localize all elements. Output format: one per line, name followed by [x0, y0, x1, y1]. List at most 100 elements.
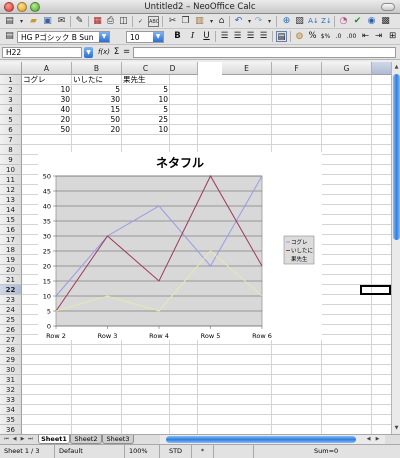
cell[interactable]: 50 [72, 115, 122, 125]
cell[interactable]: 40 [22, 105, 72, 115]
edit-file-icon[interactable]: ✎ [74, 16, 85, 27]
dropdown-arrow-icon[interactable]: ▾ [16, 16, 27, 27]
cell[interactable]: コグレ [22, 75, 72, 85]
row-header-16[interactable]: 16 [0, 225, 22, 235]
row-header-34[interactable]: 34 [0, 405, 22, 415]
row-header-23[interactable]: 23 [0, 295, 22, 305]
cell[interactable]: 10 [22, 85, 72, 95]
justify-icon[interactable]: ☰ [258, 31, 269, 42]
open-folder-icon[interactable]: ▰ [28, 16, 39, 27]
first-sheet-icon[interactable]: ⏮ [3, 435, 10, 444]
scroll-down-icon[interactable]: ▼ [392, 424, 400, 432]
name-box[interactable]: H22 [2, 47, 82, 58]
gallery-icon[interactable]: ▩ [380, 16, 391, 27]
show-draw-functions-icon[interactable]: ✔ [352, 16, 363, 27]
copy-icon[interactable]: ❐ [180, 16, 191, 27]
row-header-28[interactable]: 28 [0, 345, 22, 355]
insert-chart-icon[interactable]: ◔ [338, 16, 349, 27]
tab-sheet3[interactable]: Sheet3 [102, 435, 134, 444]
column-header-g[interactable]: G [322, 62, 372, 75]
navigator-icon[interactable]: ◉ [366, 16, 377, 27]
row-header-19[interactable]: 19 [0, 255, 22, 265]
spellcheck-icon[interactable]: ✓ [135, 16, 146, 27]
currency-icon[interactable]: ◍ [294, 31, 305, 42]
function-wizard-button[interactable]: f(x) [97, 47, 111, 58]
column-header-e[interactable]: E [222, 62, 272, 75]
scroll-left-icon[interactable]: ◀ [365, 435, 372, 444]
chevron-down-icon[interactable]: ▼ [99, 32, 109, 42]
font-name-select[interactable]: HG Pゴシック B Sun ▼ [17, 31, 110, 43]
redo-icon[interactable]: ↷ [253, 16, 264, 27]
row-header-21[interactable]: 21 [0, 275, 22, 285]
vertical-scrollbar[interactable]: ▲ ▼ [391, 62, 400, 434]
autospell-icon[interactable]: ABC [148, 16, 159, 27]
cell[interactable]: 20 [22, 115, 72, 125]
undo-icon[interactable]: ↶ [233, 16, 244, 27]
borders-icon[interactable]: ⊞ [387, 31, 398, 42]
scroll-up-icon[interactable]: ▲ [392, 63, 400, 71]
row-header-24[interactable]: 24 [0, 305, 22, 315]
cell[interactable]: 5 [122, 105, 170, 115]
sort-descending-icon[interactable]: Z↓ [321, 16, 332, 27]
select-all-corner[interactable] [0, 62, 22, 75]
align-right-icon[interactable]: ☰ [245, 31, 256, 42]
print-icon[interactable]: ⎙ [105, 16, 116, 27]
cell[interactable]: 5 [72, 85, 122, 95]
row-header-25[interactable]: 25 [0, 315, 22, 325]
column-header-d[interactable]: D [148, 62, 198, 75]
row-header-18[interactable]: 18 [0, 245, 22, 255]
tab-sheet2[interactable]: Sheet2 [70, 435, 102, 444]
save-icon[interactable]: ▣ [42, 16, 53, 27]
row-header-29[interactable]: 29 [0, 355, 22, 365]
embedded-line-chart[interactable]: ネタフル 0 5 10 15 20 25 30 35 40 45 50 Row 2 Row 3 Row 4 R… [38, 152, 322, 340]
cut-icon[interactable]: ✂ [167, 16, 178, 27]
increase-indent-icon[interactable]: ⇥ [373, 31, 384, 42]
row-header-10[interactable]: 10 [0, 165, 22, 175]
tab-sheet1[interactable]: Sheet1 [38, 435, 70, 444]
bold-button[interactable]: B [172, 31, 183, 42]
insert-mode[interactable]: STD [160, 445, 192, 458]
row-header-7[interactable]: 7 [0, 135, 22, 145]
new-document-icon[interactable]: ▤ [4, 16, 15, 27]
chevron-down-icon[interactable]: ▼ [84, 47, 93, 58]
previous-sheet-icon[interactable]: ◀ [11, 435, 18, 444]
row-header-31[interactable]: 31 [0, 375, 22, 385]
scroll-right-icon[interactable]: ▶ [374, 435, 381, 444]
row-header-1[interactable]: 1 [0, 75, 22, 85]
vertical-scroll-thumb[interactable] [393, 74, 400, 240]
paste-icon[interactable]: ▥ [194, 16, 205, 27]
row-header-4[interactable]: 4 [0, 105, 22, 115]
number-format-icon[interactable]: $% [320, 31, 331, 42]
page-style[interactable]: Default [55, 445, 125, 458]
function-button[interactable]: = [121, 47, 132, 58]
italic-button[interactable]: I [187, 31, 198, 42]
cell[interactable]: 10 [122, 95, 170, 105]
cell[interactable]: 30 [22, 95, 72, 105]
row-header-35[interactable]: 35 [0, 415, 22, 425]
row-header-17[interactable]: 17 [0, 235, 22, 245]
formula-input[interactable] [133, 47, 396, 58]
column-header-b[interactable]: B [72, 62, 122, 75]
chevron-down-icon[interactable]: ▼ [153, 32, 163, 42]
align-center-icon[interactable]: ☰ [232, 31, 243, 42]
find-icon[interactable]: ▧ [294, 16, 305, 27]
hyperlink-icon[interactable]: ⊕ [281, 16, 292, 27]
row-header-33[interactable]: 33 [0, 395, 22, 405]
underline-button[interactable]: U [201, 31, 212, 42]
row-header-8[interactable]: 8 [0, 145, 22, 155]
cell[interactable]: 15 [72, 105, 122, 115]
row-header-26[interactable]: 26 [0, 325, 22, 335]
export-pdf-icon[interactable]: ▦ [92, 16, 103, 27]
row-header-22[interactable]: 22 [0, 285, 22, 295]
toolbar-toggle-button[interactable] [381, 3, 395, 11]
cell[interactable]: 50 [22, 125, 72, 135]
decrease-indent-icon[interactable]: ⇤ [360, 31, 371, 42]
format-paintbrush-icon[interactable]: ⌂ [216, 16, 227, 27]
merge-cells-icon[interactable]: ▤ [276, 31, 287, 42]
active-cell-cursor[interactable] [360, 285, 391, 295]
percent-icon[interactable]: % [307, 31, 318, 42]
font-size-select[interactable]: 10 ▼ [126, 31, 164, 43]
cell[interactable]: いしたに [72, 75, 122, 85]
column-header-f[interactable]: F [272, 62, 322, 75]
row-header-2[interactable]: 2 [0, 85, 22, 95]
